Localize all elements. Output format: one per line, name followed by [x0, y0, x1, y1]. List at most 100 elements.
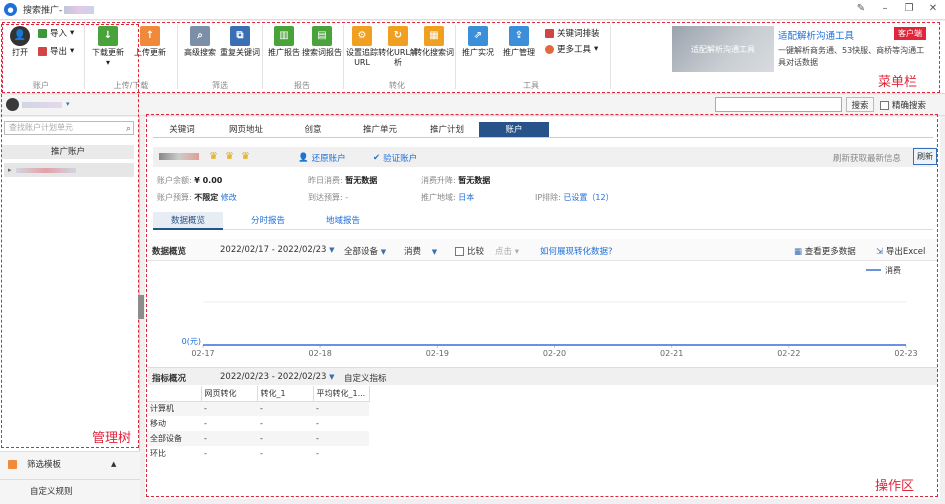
indicator-title: 指标概况 [152, 374, 187, 384]
metric-select[interactable]: 消费 ▼ [404, 245, 437, 257]
export-label: 导出 [50, 47, 68, 57]
minimize-icon[interactable]: – [879, 3, 891, 14]
export-excel-button[interactable]: ⇲ 导出Excel [876, 245, 925, 257]
restore-icon: 👤 [298, 153, 309, 163]
region-value[interactable]: 日本 [458, 193, 474, 202]
expand-icon[interactable]: ▸ [8, 166, 12, 174]
tab-bar: 关键词 网页地址 创意 推广单元 推广计划 账户 [153, 122, 933, 138]
table-header-row: 网页转化 转化_1 平均转化_1... [147, 386, 370, 402]
splitter-handle[interactable] [138, 295, 144, 319]
promo-live-button[interactable]: ⇗ 推广实况 [458, 26, 498, 58]
refresh-info[interactable]: 刷新获取最新信息 [833, 152, 901, 164]
collapse-icon[interactable]: ▲ [111, 460, 116, 468]
set-tracking-button[interactable]: ⚙ 设置追踪URL [342, 26, 382, 68]
url-parse-button[interactable]: ↻ 转化URL解析 [378, 26, 418, 68]
ip-value[interactable]: 已设置（12） [563, 193, 613, 202]
window-title: 搜索推广- [23, 6, 63, 16]
verify-account-link[interactable]: ✔ 验证账户 [373, 152, 417, 164]
top-search-button[interactable]: 搜索 [846, 97, 874, 112]
column-header: 网页转化 [201, 386, 258, 402]
restore-account-link[interactable]: 👤 还原账户 [298, 152, 346, 164]
more-data-label: 查看更多数据 [804, 247, 856, 257]
template-icon [8, 459, 17, 469]
click-select: 点击 ▾ [495, 247, 519, 257]
overview-toolbar: 数据概览 2022/02/17 - 2022/02/23 ▼ 全部设备 ▼ 消费… [148, 239, 938, 261]
tab-unit[interactable]: 推广单元 [345, 122, 415, 137]
restore-icon[interactable]: ❐ [903, 3, 915, 14]
refresh-button[interactable]: 刷新 [913, 148, 937, 165]
table-cell: 移动 [150, 419, 166, 428]
search-icon[interactable]: ⌕ [126, 123, 131, 135]
export-button[interactable]: 导出 ▾ [38, 45, 74, 57]
how-link[interactable]: 如何展现转化数据? [540, 245, 613, 257]
download-button[interactable]: ↓ 下载更新 ▾ [88, 26, 128, 68]
search-term-report-button[interactable]: ▤ 搜索词报告 [302, 26, 342, 58]
top-search-input[interactable] [715, 97, 842, 112]
table-cell: 环比 [150, 449, 166, 458]
keyword-tool-button[interactable]: 关键词排装 [545, 27, 600, 39]
custom-rule-item[interactable]: 自定义规则 [0, 479, 140, 501]
budget-edit-link[interactable]: 修改 [221, 193, 237, 202]
close-icon[interactable]: ✕ [927, 3, 939, 14]
tab-plan[interactable]: 推广计划 [415, 122, 479, 137]
region-label: 推广地域: [421, 193, 456, 202]
tab-keyword[interactable]: 关键词 [153, 122, 211, 137]
table-cell: - [204, 419, 207, 428]
subtab-region[interactable]: 地域报告 [308, 212, 378, 230]
balance-value: ¥ 0.00 [194, 176, 223, 185]
upload-button[interactable]: ↑ 上传更新 [130, 26, 170, 58]
avatar[interactable] [6, 98, 19, 111]
table-cell: - [204, 449, 207, 458]
promo-report-button[interactable]: ▥ 推广报告 [264, 26, 304, 58]
share-icon: ⇗ [468, 26, 488, 46]
open-button[interactable]: 👤 打开 [0, 26, 40, 58]
filter-template-row[interactable]: 筛选模板 ▲ [0, 454, 140, 474]
advanced-search-button[interactable]: ⌕ 高级搜索 [180, 26, 220, 58]
group-report: 报告 [294, 81, 310, 90]
promo-badge: 客户端 [894, 27, 926, 40]
trend-field: 消费升降: 暂无数据 [421, 175, 490, 186]
chevron-down-icon[interactable]: ▾ [66, 100, 70, 108]
tab-account[interactable]: 账户 [479, 122, 549, 137]
compare-toggle[interactable]: 比较 [455, 245, 484, 257]
table-cell: - [313, 431, 369, 446]
tab-url[interactable]: 网页地址 [211, 122, 281, 137]
repeat-keyword-button[interactable]: ⧉ 重复关键词 [220, 26, 260, 58]
exact-search[interactable]: 精确搜索 [880, 99, 926, 111]
window-controls: ✎ – ❐ ✕ [855, 3, 939, 14]
device-select[interactable]: 全部设备 ▼ [344, 245, 386, 257]
subtab-overview[interactable]: 数据概览 [153, 212, 223, 230]
indicator-date-range[interactable]: 2022/02/23 - 2022/02/23 ▼ [220, 372, 335, 382]
x-tick-label: 02-18 [309, 349, 332, 358]
custom-indicator-button[interactable]: 自定义指标 [344, 372, 387, 384]
tree-node-account[interactable]: ▸ [4, 163, 134, 177]
table-cell: - [257, 401, 313, 416]
crown-icon: ♛ [209, 151, 218, 162]
more-tools-button[interactable]: 更多工具 ▾ [545, 43, 598, 55]
compare-checkbox[interactable] [455, 246, 464, 256]
search-term-report-label: 搜索词报告 [302, 48, 342, 57]
balance-field: 账户余额: ¥ 0.00 [157, 175, 222, 186]
tree-search-input[interactable]: 查找账户计划单元 ⌕ [4, 121, 134, 135]
date-range-picker[interactable]: 2022/02/17 - 2022/02/23 ▼ [220, 245, 335, 255]
manage-tree-label: 管理树 [92, 431, 132, 446]
import-button[interactable]: 导入 ▾ [38, 27, 74, 39]
promo-manage-button[interactable]: ⇪ 推广管理 [499, 26, 539, 58]
edit-icon[interactable]: ✎ [855, 3, 867, 14]
more-data-button[interactable]: ▦ 查看更多数据 [794, 245, 856, 257]
search-convert-button[interactable]: ▦ 转化搜索词 [414, 26, 454, 58]
promo-report-label: 推广报告 [268, 48, 300, 57]
tab-creative[interactable]: 创意 [281, 122, 345, 137]
refresh-icon: ↻ [388, 26, 408, 46]
work-area-label: 操作区 [875, 479, 915, 494]
yday-value: 暂无数据 [345, 176, 378, 185]
plus-icon [545, 44, 554, 54]
group-filter: 筛选 [212, 81, 228, 90]
subtab-hourly[interactable]: 分时报告 [233, 212, 303, 230]
date-range-text: 2022/02/17 - 2022/02/23 [220, 245, 327, 255]
magnifier-icon: ⌕ [190, 26, 210, 46]
table-row: 全部设备 - - - [147, 431, 369, 446]
promo-banner[interactable]: 适配解析沟通工具 适配解析沟通工具 客户端 一键解析商务通、53快服、商桥等沟通… [672, 26, 934, 72]
exact-checkbox[interactable] [880, 100, 889, 110]
account-name-redacted [159, 153, 199, 160]
